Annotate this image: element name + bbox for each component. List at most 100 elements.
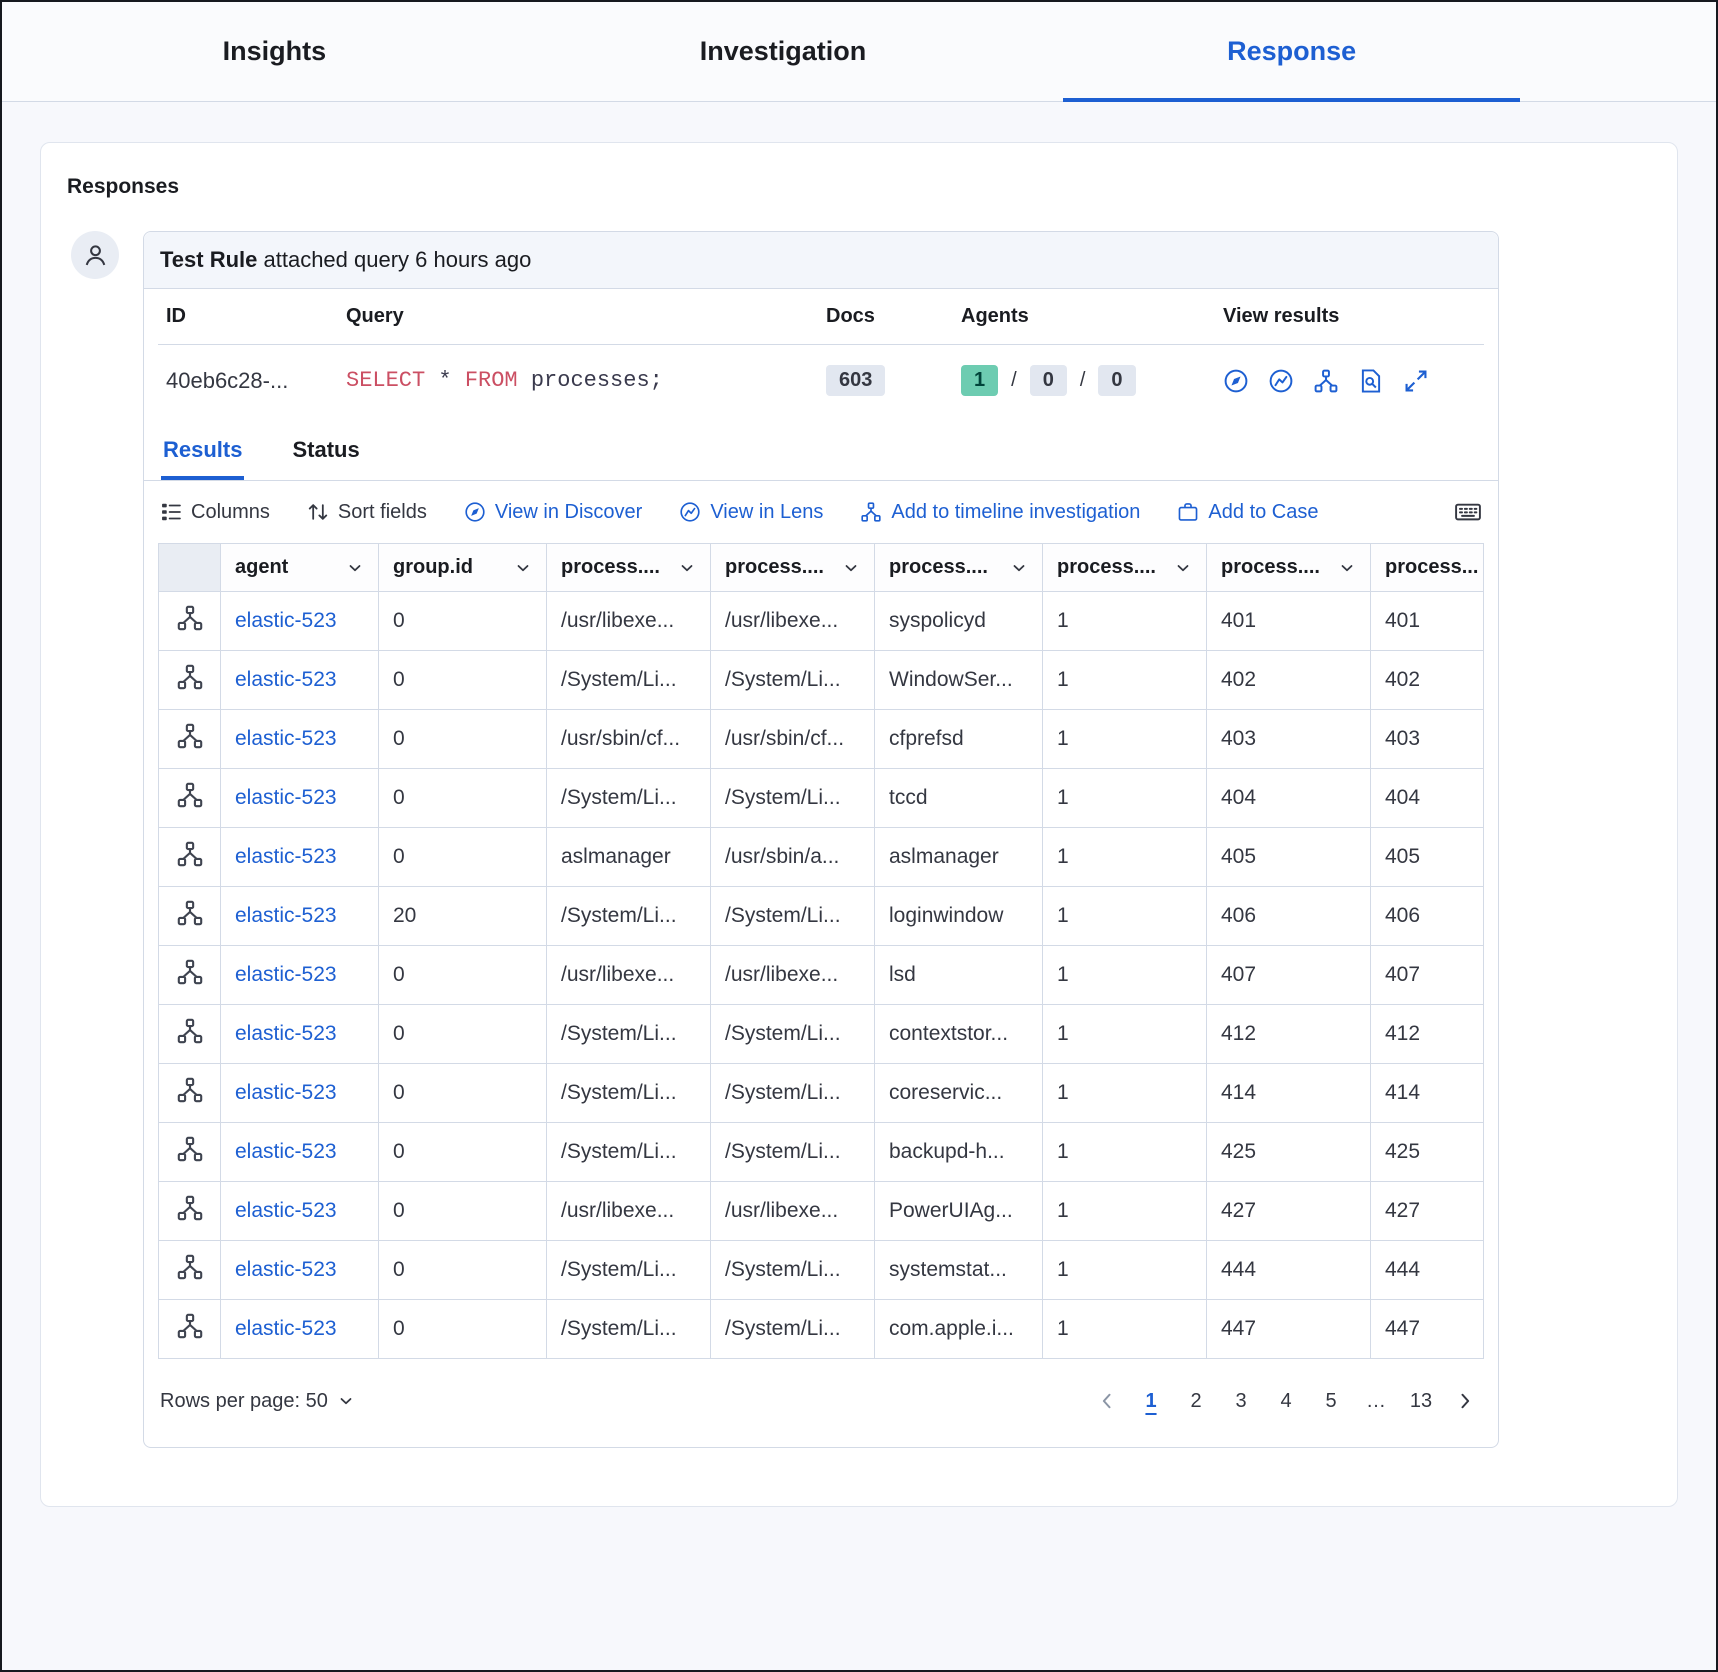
agent-link[interactable]: elastic-523 (235, 668, 337, 691)
page-button[interactable]: 3 (1223, 1381, 1259, 1421)
agent-link[interactable]: elastic-523 (235, 963, 337, 986)
grid-cell: 0 (379, 1182, 547, 1241)
grid-cell: 401 (1371, 592, 1484, 651)
grid-header-process[interactable]: process... (1371, 544, 1484, 592)
grid-cell: 0 (379, 946, 547, 1005)
agent-link[interactable]: elastic-523 (235, 1258, 337, 1281)
page-button[interactable]: 4 (1268, 1381, 1304, 1421)
chevron-down-icon[interactable] (346, 559, 364, 577)
chevron-down-icon[interactable] (678, 559, 696, 577)
grid-cell: 20 (379, 887, 547, 946)
agent-link[interactable]: elastic-523 (235, 609, 337, 632)
analyze-event-icon[interactable] (176, 781, 204, 809)
grid-cell: 444 (1371, 1241, 1484, 1300)
results-status-tabs: Results Status (144, 416, 1498, 481)
next-page-icon[interactable] (1448, 1381, 1482, 1421)
tab-response[interactable]: Response (1037, 2, 1546, 101)
tab-insights[interactable]: Insights (20, 2, 529, 101)
view-in-discover-button[interactable]: View in Discover (464, 501, 642, 524)
grid-toolbar: Columns Sort fields View in Discover Vie… (144, 481, 1498, 543)
chevron-down-icon[interactable] (514, 559, 532, 577)
analyze-event-icon[interactable] (176, 604, 204, 632)
discover-icon[interactable] (1223, 368, 1249, 394)
label-query: Query (338, 289, 818, 344)
agent-link[interactable]: elastic-523 (235, 1022, 337, 1045)
tab-status[interactable]: Status (290, 420, 361, 480)
grid-header-process[interactable]: process.... (711, 544, 875, 592)
analyze-event-icon[interactable] (176, 722, 204, 750)
agent-link[interactable]: elastic-523 (235, 1140, 337, 1163)
analyze-event-icon[interactable] (176, 1135, 204, 1163)
analyze-event-icon[interactable] (176, 1076, 204, 1104)
lens-icon[interactable] (1268, 368, 1294, 394)
view-in-lens-button[interactable]: View in Lens (679, 501, 823, 524)
chevron-down-icon[interactable] (1338, 559, 1356, 577)
grid-control-cell (159, 828, 221, 887)
grid-cell: PowerUIAg... (875, 1182, 1043, 1241)
grid-header-process[interactable]: process.... (1043, 544, 1207, 592)
page-button[interactable]: 1 (1133, 1381, 1169, 1421)
grid-cell: 1 (1043, 592, 1207, 651)
grid-cell: 403 (1207, 710, 1371, 769)
agent-link[interactable]: elastic-523 (235, 1199, 337, 1222)
grid-cell: /usr/libexe... (547, 1182, 711, 1241)
table-row: elastic-523 0 /usr/sbin/cf... /usr/sbin/… (159, 710, 1484, 769)
grid-cell: /usr/sbin/a... (711, 828, 875, 887)
analyze-event-icon[interactable] (176, 899, 204, 927)
previous-page-icon[interactable] (1090, 1381, 1124, 1421)
agent-link[interactable]: elastic-523 (235, 786, 337, 809)
label-view-results: View results (1215, 289, 1484, 344)
analyze-event-icon[interactable] (176, 663, 204, 691)
keyboard-shortcuts-icon[interactable] (1454, 498, 1482, 526)
sort-fields-button[interactable]: Sort fields (307, 501, 427, 524)
grid-cell-agent: elastic-523 (221, 710, 379, 769)
grid-control-cell (159, 1064, 221, 1123)
columns-button[interactable]: Columns (160, 501, 270, 524)
chevron-down-icon[interactable] (842, 559, 860, 577)
grid-cell-agent: elastic-523 (221, 887, 379, 946)
analyze-event-icon[interactable] (176, 1312, 204, 1340)
rows-per-page-button[interactable]: Rows per page: 50 (160, 1390, 355, 1413)
top-tab-bar: Insights Investigation Response (2, 2, 1716, 102)
analyzer-icon[interactable] (1313, 368, 1339, 394)
analyze-event-icon[interactable] (176, 840, 204, 868)
grid-cell: 1 (1043, 1241, 1207, 1300)
grid-cell: 0 (379, 828, 547, 887)
grid-header-process[interactable]: process.... (547, 544, 711, 592)
add-to-case-button[interactable]: Add to Case (1177, 501, 1318, 524)
page-button[interactable]: 5 (1313, 1381, 1349, 1421)
analyze-event-icon[interactable] (176, 1253, 204, 1281)
open-in-new-icon[interactable] (1403, 368, 1429, 394)
agents-pending-badge: 0 (1030, 365, 1067, 396)
discover-icon (464, 501, 486, 523)
grid-cell: 447 (1207, 1300, 1371, 1359)
user-avatar (71, 231, 119, 279)
grid-cell: 1 (1043, 1064, 1207, 1123)
agent-link[interactable]: elastic-523 (235, 727, 337, 750)
chevron-down-icon[interactable] (1174, 559, 1192, 577)
agent-link[interactable]: elastic-523 (235, 845, 337, 868)
grid-header-process[interactable]: process.... (875, 544, 1043, 592)
grid-cell: 427 (1207, 1182, 1371, 1241)
agent-link[interactable]: elastic-523 (235, 904, 337, 927)
inspect-icon[interactable] (1358, 368, 1384, 394)
tab-results[interactable]: Results (161, 420, 244, 480)
grid-cell: 1 (1043, 887, 1207, 946)
agent-link[interactable]: elastic-523 (235, 1081, 337, 1104)
analyze-event-icon[interactable] (176, 1017, 204, 1045)
page-button[interactable]: 2 (1178, 1381, 1214, 1421)
grid-cell: 1 (1043, 651, 1207, 710)
add-to-timeline-button[interactable]: Add to timeline investigation (860, 501, 1140, 524)
analyze-event-icon[interactable] (176, 1194, 204, 1222)
analyze-event-icon[interactable] (176, 958, 204, 986)
grid-cell-agent: elastic-523 (221, 1182, 379, 1241)
chevron-down-icon[interactable] (1010, 559, 1028, 577)
tab-investigation[interactable]: Investigation (529, 2, 1038, 101)
docs-count-badge: 603 (826, 365, 885, 396)
grid-header-process[interactable]: process.... (1207, 544, 1371, 592)
grid-header-group-id[interactable]: group.id (379, 544, 547, 592)
agent-link[interactable]: elastic-523 (235, 1317, 337, 1340)
grid-cell: /System/Li... (547, 1064, 711, 1123)
grid-header-agent[interactable]: agent (221, 544, 379, 592)
page-button[interactable]: 13 (1403, 1381, 1439, 1421)
